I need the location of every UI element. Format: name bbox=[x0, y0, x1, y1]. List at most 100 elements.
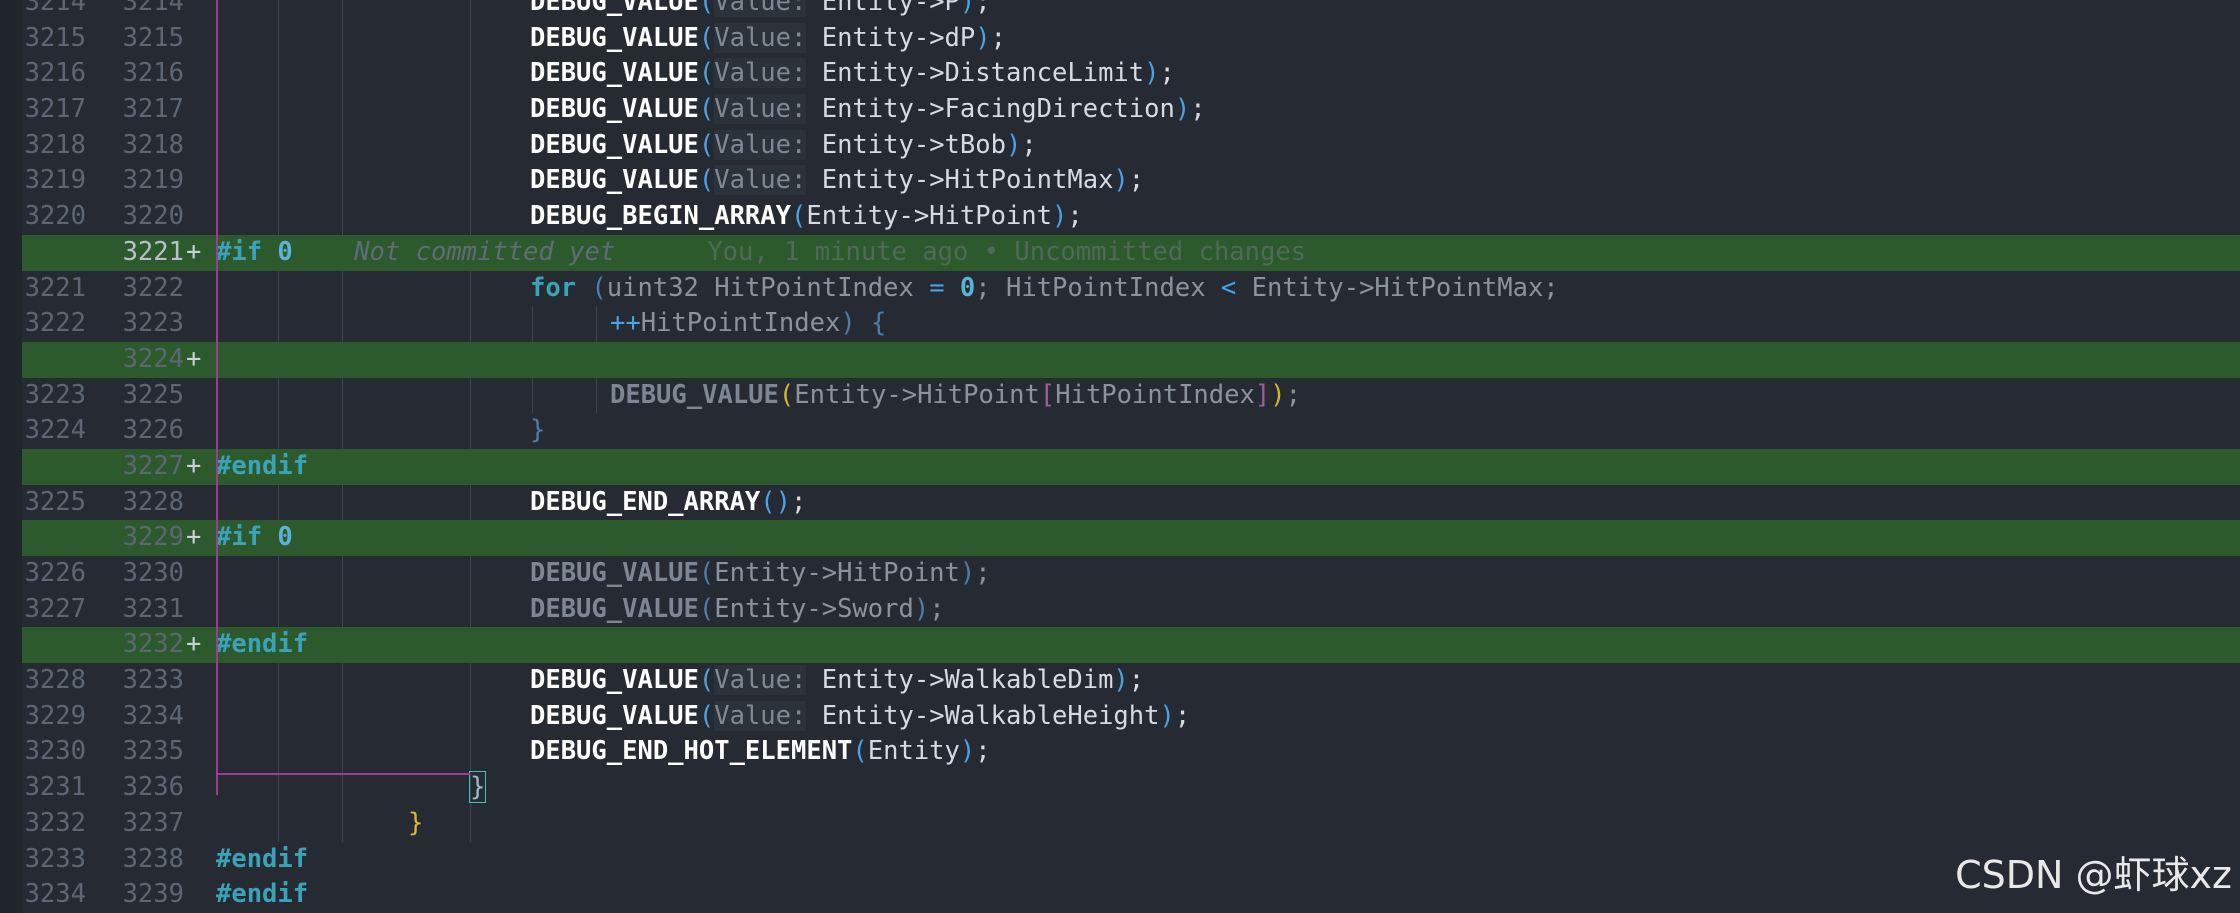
code-text[interactable]: #endif bbox=[216, 877, 308, 913]
token-paren: ( bbox=[698, 94, 715, 125]
old-line-number: 3234 bbox=[24, 879, 86, 910]
token-paren: ( bbox=[698, 0, 715, 17]
code-line[interactable]: 3221 + #if 0 Not committed yet You, 1 minu… bbox=[0, 234, 2240, 271]
new-line-number: 3214 bbox=[122, 0, 184, 17]
code-line[interactable]: 3214 3214 DEBUG_VALUE(Value: Entity->P); bbox=[0, 0, 2240, 21]
code-line[interactable]: 3234 3239 #endif bbox=[0, 877, 2240, 913]
indent-guide bbox=[278, 770, 279, 806]
new-line-number: 3230 bbox=[122, 558, 184, 588]
code-line[interactable]: 3227 3231 DEBUG_VALUE(Entity->Sword); bbox=[0, 591, 2240, 628]
code-text[interactable]: DEBUG_VALUE(Value: Entity->WalkableDim); bbox=[530, 663, 1144, 699]
code-line[interactable]: 3230 3235 DEBUG_END_HOT_ELEMENT(Entity); bbox=[0, 734, 2240, 771]
code-text[interactable]: } bbox=[468, 770, 487, 806]
code-text[interactable]: DEBUG_VALUE(Value: Entity->P); bbox=[530, 0, 991, 21]
token-op: = bbox=[929, 272, 945, 303]
code-text[interactable]: #endif bbox=[216, 449, 308, 485]
token-n: Entity->P bbox=[806, 0, 960, 17]
new-line-number: 3233 bbox=[122, 665, 184, 696]
code-line[interactable]: 3219 3219 DEBUG_VALUE(Value: Entity->HitPo… bbox=[0, 163, 2240, 200]
code-text[interactable]: DEBUG_BEGIN_ARRAY(Entity->HitPoint); bbox=[530, 199, 1083, 235]
new-line-number: 3238 bbox=[122, 843, 184, 874]
code-text[interactable]: DEBUG_END_ARRAY(); bbox=[530, 485, 806, 521]
code-line[interactable]: 3233 3238 #endif bbox=[0, 841, 2240, 878]
indent-guide bbox=[278, 270, 279, 307]
code-line[interactable]: 3228 3233 DEBUG_VALUE(Value: Entity->Walka… bbox=[0, 663, 2240, 699]
indent-guide bbox=[470, 306, 471, 342]
token-pp: #if bbox=[216, 236, 263, 267]
code-text[interactable]: ++HitPointIndex) { bbox=[610, 306, 886, 342]
token-brace-box: } bbox=[468, 771, 487, 804]
code-text[interactable]: DEBUG_VALUE(Value: Entity->tBob); bbox=[530, 128, 1037, 164]
added-line-marker: + bbox=[186, 450, 202, 481]
code-text[interactable]: } bbox=[408, 806, 423, 842]
indent-guide bbox=[470, 56, 471, 93]
token-paren: ) bbox=[1052, 201, 1068, 232]
token-paren-dim: { bbox=[871, 308, 887, 339]
code-text[interactable]: #endif bbox=[216, 842, 308, 878]
code-line[interactable]: 3229 3234 DEBUG_VALUE(Value: Entity->Walka… bbox=[0, 698, 2240, 735]
code-text[interactable]: } bbox=[530, 413, 545, 449]
code-text[interactable]: DEBUG_END_HOT_ELEMENT(Entity); bbox=[530, 734, 991, 770]
token-n bbox=[262, 237, 277, 267]
code-line[interactable]: 3225 3228 DEBUG_END_ARRAY(); bbox=[0, 484, 2240, 521]
token-paren-m: ] bbox=[1254, 379, 1271, 410]
code-text[interactable]: DEBUG_VALUE(Value: Entity->HitPointMax); bbox=[530, 163, 1144, 199]
code-line[interactable]: 3223 3225 DEBUG_VALUE(Entity->HitPoint[Hit… bbox=[0, 377, 2240, 414]
token-dim: HitPointIndex bbox=[640, 308, 841, 339]
code-text[interactable]: #if 0 bbox=[216, 520, 293, 556]
code-line[interactable]: 3217 3217 DEBUG_VALUE(Value: Entity->Facin… bbox=[0, 92, 2240, 128]
code-line[interactable]: 3222 3223 ++HitPointIndex) { bbox=[0, 306, 2240, 342]
code-line[interactable]: 3221 3222 for (uint32 HitPointIndex = 0; H… bbox=[0, 270, 2240, 307]
code-text[interactable]: #if 0 Not committed yet You, 1 minute ag… bbox=[216, 235, 1306, 271]
code-line[interactable]: 3224 3226} bbox=[0, 413, 2240, 449]
token-hint: Value: bbox=[714, 665, 807, 696]
indent-guide bbox=[278, 0, 279, 21]
code-line[interactable]: 3232 3237} bbox=[0, 805, 2240, 842]
gutter-strip bbox=[0, 734, 22, 771]
code-line[interactable]: 3232 + #endif bbox=[0, 627, 2240, 664]
token-op: ++ bbox=[610, 308, 641, 339]
token-fn: DEBUG_VALUE bbox=[530, 22, 699, 53]
code-text[interactable]: for (uint32 HitPointIndex = 0; HitPointI… bbox=[530, 271, 1559, 307]
code-line[interactable]: 3218 3218 DEBUG_VALUE(Value: Entity->tBob)… bbox=[0, 127, 2240, 164]
code-text[interactable]: DEBUG_VALUE(Value: Entity->dP); bbox=[530, 21, 1006, 57]
scope-guide-horizontal bbox=[216, 773, 470, 775]
scope-guide-vertical bbox=[216, 0, 218, 795]
code-text[interactable]: DEBUG_VALUE(Entity->Sword); bbox=[530, 592, 945, 628]
indent-guide bbox=[342, 556, 343, 592]
new-line-number: 3231 bbox=[122, 593, 184, 624]
indent-guide bbox=[596, 377, 597, 414]
old-line-number: 3228 bbox=[24, 665, 86, 696]
gutter-strip bbox=[0, 234, 22, 271]
code-line[interactable]: 3215 3215 DEBUG_VALUE(Value: Entity->dP); bbox=[0, 20, 2240, 57]
indent-guide bbox=[470, 805, 471, 842]
indent-guide bbox=[342, 0, 343, 21]
code-line[interactable]: 3220 3220 DEBUG_BEGIN_ARRAY(Entity->HitPoi… bbox=[0, 199, 2240, 235]
token-n bbox=[293, 237, 354, 267]
code-line[interactable]: 3229 + #if 0 bbox=[0, 520, 2240, 556]
code-line[interactable]: 3231 3236} bbox=[0, 770, 2240, 806]
token-paren: ) bbox=[1005, 129, 1022, 160]
code-text[interactable]: #endif bbox=[216, 627, 308, 663]
token-paren-dim: } bbox=[530, 415, 546, 446]
code-line[interactable]: 3227 + #endif bbox=[0, 448, 2240, 485]
token-n: Entity->WalkableHeight bbox=[806, 700, 1160, 731]
token-hint: Value: bbox=[714, 700, 807, 731]
code-text[interactable]: DEBUG_VALUE(Value: Entity->WalkableHeigh… bbox=[530, 699, 1190, 735]
code-text[interactable]: DEBUG_VALUE(Value: Entity->DistanceLimit… bbox=[530, 56, 1175, 92]
new-line-number: 3216 bbox=[122, 58, 184, 89]
token-n: Entity->FacingDirection bbox=[806, 94, 1175, 125]
code-line[interactable]: 3224 + bbox=[0, 341, 2240, 378]
token-n: Entity bbox=[867, 736, 960, 767]
code-text[interactable]: DEBUG_VALUE(Entity->HitPoint); bbox=[530, 556, 991, 592]
code-line[interactable]: 3226 3230 DEBUG_VALUE(Entity->HitPoint); bbox=[0, 556, 2240, 592]
code-line[interactable]: 3216 3216 DEBUG_VALUE(Value: Entity->Dista… bbox=[0, 56, 2240, 93]
indent-guide bbox=[278, 377, 279, 414]
token-paren: ( bbox=[698, 165, 715, 196]
new-line-number: 3227 bbox=[122, 450, 184, 481]
code-text[interactable]: DEBUG_VALUE(Entity->HitPoint[HitPointInd… bbox=[610, 378, 1301, 414]
code-editor[interactable]: 3214 3214 DEBUG_VALUE(Value: Entity->P); 32… bbox=[0, 0, 2240, 913]
code-text[interactable]: DEBUG_VALUE(Value: Entity->FacingDirecti… bbox=[530, 92, 1206, 128]
old-line-number: 3224 bbox=[24, 415, 86, 446]
gutter-strip bbox=[0, 20, 22, 57]
